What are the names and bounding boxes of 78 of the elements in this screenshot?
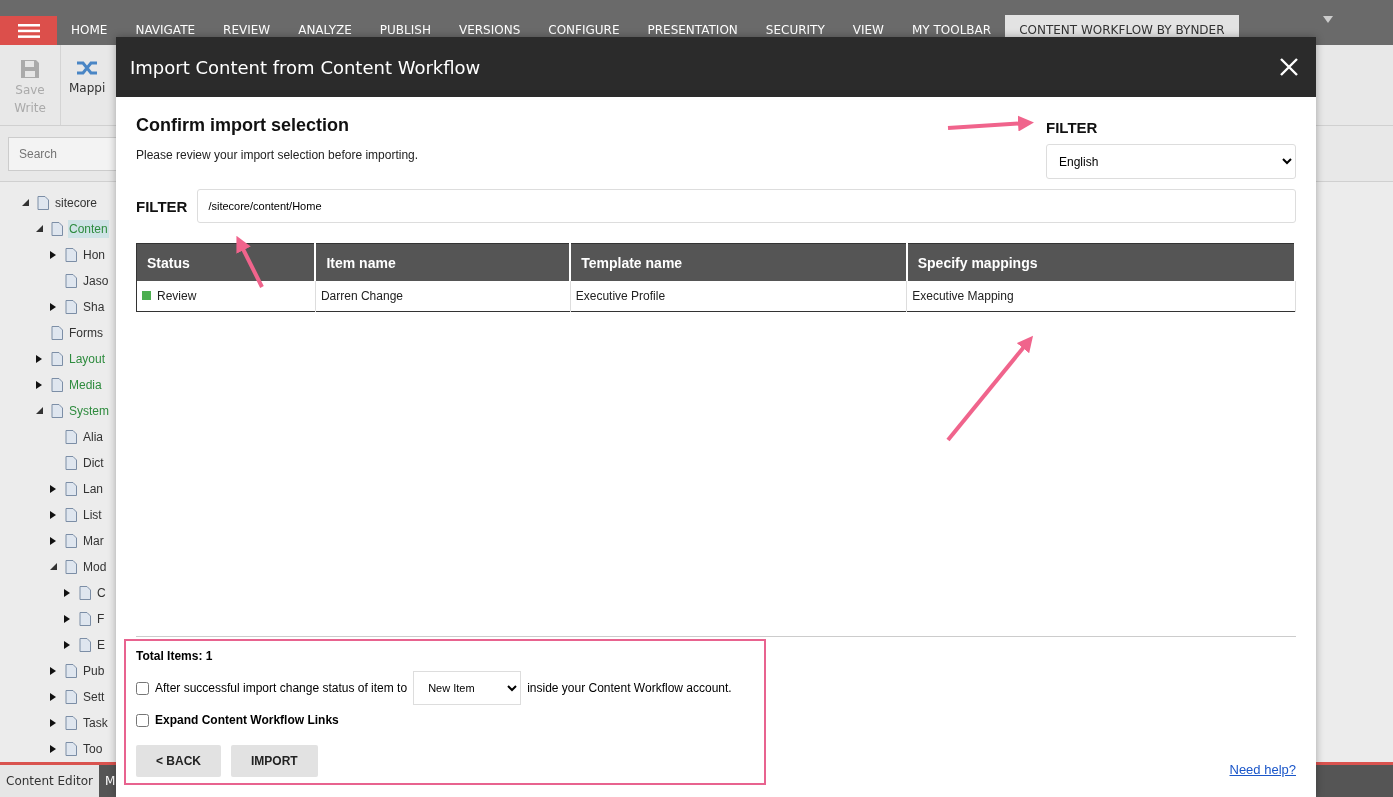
save-icon (20, 59, 40, 79)
back-button[interactable]: < BACK (136, 745, 221, 777)
option-label: inside your Content Workflow account. (527, 681, 732, 695)
page-icon (36, 196, 50, 210)
page-icon (64, 482, 78, 496)
status-select[interactable]: New Item (413, 671, 522, 705)
status-text: Review (157, 289, 197, 303)
page-icon (78, 586, 92, 600)
tree-item[interactable]: C (96, 584, 107, 602)
ribbon-tab[interactable]: HOME (57, 15, 122, 45)
page-icon (50, 404, 64, 418)
tree-item[interactable]: sitecore (54, 194, 99, 212)
help-link[interactable]: Need help? (1229, 762, 1296, 785)
shuffle-icon (76, 59, 99, 77)
table-cell: Darren Change (315, 281, 571, 312)
tree-item[interactable]: Sett (82, 688, 106, 706)
column-header: Specify mappings (906, 243, 1295, 281)
tree-item[interactable]: Task (82, 714, 109, 732)
tree-item[interactable]: Forms (68, 324, 104, 342)
tree-item[interactable]: Lan (82, 480, 105, 498)
checkbox[interactable] (136, 713, 149, 727)
editor-tab[interactable]: Content Editor (0, 765, 100, 797)
page-icon (64, 742, 78, 756)
page-icon (64, 300, 78, 314)
tree-item[interactable]: F (96, 610, 106, 628)
column-header: Status (136, 243, 316, 281)
tree-item[interactable]: Too (82, 740, 104, 758)
tree-item[interactable]: E (96, 636, 106, 654)
tree-item[interactable]: Media (68, 376, 103, 394)
import-button[interactable]: IMPORT (231, 745, 318, 777)
page-icon (64, 560, 78, 574)
mappings-button[interactable]: Mappi (61, 45, 114, 125)
tree-item[interactable]: Sha (82, 298, 106, 316)
tree-item[interactable]: Hon (82, 246, 106, 264)
page-icon (78, 638, 92, 652)
total-items-text: Total Items: 1 (136, 649, 214, 663)
column-header: Item name (315, 243, 571, 281)
close-icon[interactable] (1280, 58, 1298, 76)
table-cell: Executive Profile (570, 281, 907, 312)
table-cell: Executive Mapping (906, 281, 1295, 312)
menu-icon (17, 23, 40, 38)
tree-item[interactable]: Mod (82, 558, 108, 576)
language-select[interactable]: English (1046, 144, 1296, 179)
option-label: After successful import change status of item to (155, 681, 408, 695)
page-icon (50, 378, 64, 392)
tree-item[interactable]: Layout (68, 350, 107, 368)
page-icon (64, 534, 78, 548)
page-icon (64, 690, 78, 704)
column-header: Template name (570, 243, 907, 281)
tree-item[interactable]: Jaso (82, 272, 110, 290)
tree-item[interactable]: List (82, 506, 103, 524)
page-icon (64, 274, 78, 288)
tree-item[interactable]: Mar (82, 532, 105, 550)
page-icon (64, 456, 78, 470)
dropdown-icon[interactable] (1323, 16, 1333, 23)
page-icon (50, 326, 64, 340)
tree-item[interactable]: System (68, 402, 110, 420)
page-icon (64, 664, 78, 678)
page-icon (78, 612, 92, 626)
group-label: Write (14, 101, 46, 115)
tree-item[interactable]: Alia (82, 428, 104, 446)
page-icon (50, 352, 64, 366)
menu-button[interactable] (0, 16, 57, 45)
path-field[interactable]: /sitecore/content/Home (197, 189, 1296, 223)
dialog-title: Import Content from Content Workflow (130, 56, 481, 78)
section-heading: Confirm import selection (136, 115, 351, 136)
page-icon (64, 248, 78, 262)
page-icon (64, 716, 78, 730)
filter-label: FILTER (1046, 119, 1099, 136)
tree-item[interactable]: Dict (82, 454, 105, 472)
page-icon (50, 222, 64, 236)
annotation-arrow (236, 235, 264, 288)
page-icon (64, 430, 78, 444)
filter-label: FILTER (136, 197, 188, 215)
page-icon (64, 508, 78, 522)
option-label: Expand Content Workflow Links (155, 713, 339, 727)
checkbox[interactable] (136, 681, 149, 695)
tree-item[interactable]: Pub (82, 662, 106, 680)
